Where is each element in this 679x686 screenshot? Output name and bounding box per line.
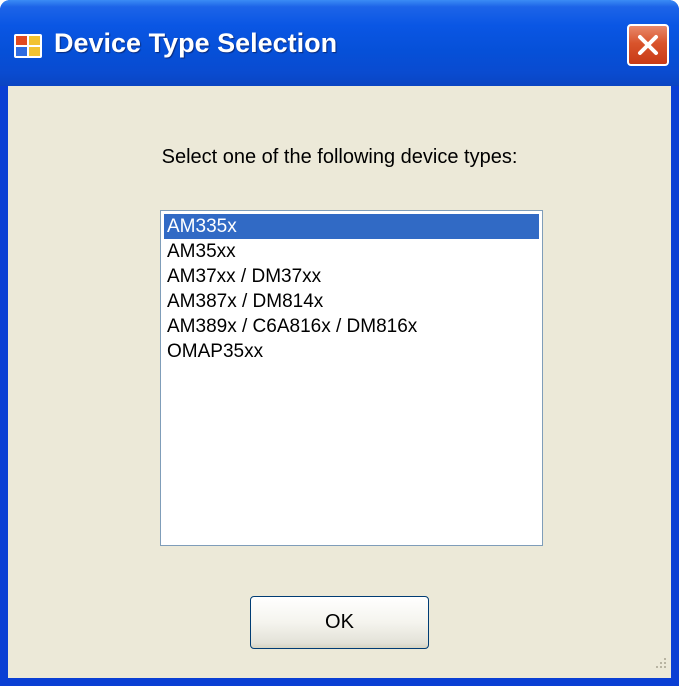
window-title: Device Type Selection: [54, 28, 338, 58]
dialog-window: Device Type Selection Select one of the …: [0, 0, 679, 686]
device-type-listbox[interactable]: AM335x AM35xx AM37xx / DM37xx AM387x / D…: [160, 210, 543, 546]
list-item-omap35xx[interactable]: OMAP35xx: [164, 339, 539, 364]
instruction-label: Select one of the following device types…: [161, 146, 518, 168]
title-bar[interactable]: Device Type Selection: [0, 0, 679, 86]
list-item-am35xx[interactable]: AM35xx: [164, 239, 539, 264]
close-button[interactable]: [627, 24, 669, 66]
close-icon: [638, 35, 658, 55]
list-item-am387x-dm814x[interactable]: AM387x / DM814x: [164, 289, 539, 314]
list-item-am389x-c6a816x-dm816x[interactable]: AM389x / C6A816x / DM816x: [164, 314, 539, 339]
ok-button[interactable]: OK: [250, 596, 429, 649]
window-app-icon: [14, 34, 42, 58]
list-item-am37xx-dm37xx[interactable]: AM37xx / DM37xx: [164, 264, 539, 289]
list-item-am335x[interactable]: AM335x: [164, 214, 539, 239]
dialog-body: Select one of the following device types…: [8, 86, 671, 678]
resize-grip-icon[interactable]: [654, 656, 668, 670]
